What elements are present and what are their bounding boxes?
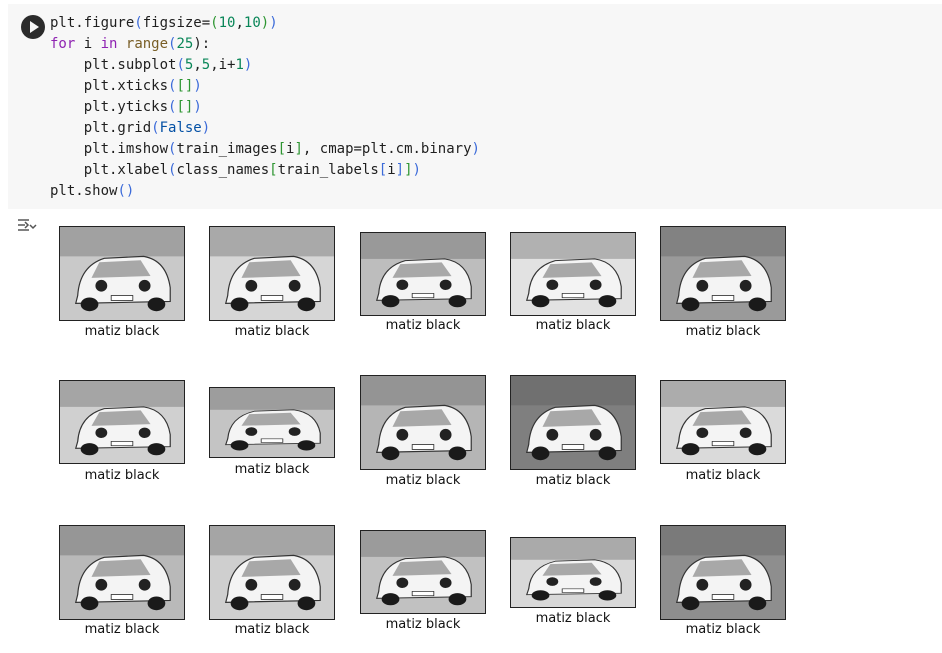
image-label: matiz black: [84, 622, 160, 637]
car-photo-icon: [661, 526, 785, 619]
car-photo-icon: [60, 526, 184, 619]
output-image: [59, 226, 185, 321]
output-image: [360, 530, 486, 614]
run-cell-button[interactable]: [21, 15, 45, 39]
image-label: matiz black: [234, 324, 310, 339]
code-cell[interactable]: plt.figure(figsize=(10,10)) for i in rang…: [8, 4, 942, 209]
output-toggle-icon: [18, 219, 37, 231]
image-label: matiz black: [385, 473, 461, 488]
car-photo-icon: [60, 381, 184, 463]
code-line: plt.show(): [50, 183, 135, 199]
code-line: plt.subplot(5,5,i+1): [50, 57, 253, 73]
image-label: matiz black: [685, 468, 761, 483]
car-photo-icon: [60, 227, 184, 320]
output-image: [660, 226, 786, 321]
image-label: matiz black: [685, 324, 761, 339]
car-photo-icon: [511, 538, 635, 607]
car-photo-icon: [210, 526, 334, 619]
image-label: matiz black: [535, 473, 611, 488]
output-image: [59, 525, 185, 620]
code-line: for i in range(25):: [50, 36, 211, 52]
code-line: plt.xticks([]): [50, 78, 202, 94]
image-label: matiz black: [84, 324, 160, 339]
output-image: [59, 380, 185, 464]
image-label: matiz black: [84, 468, 160, 483]
car-photo-icon: [511, 376, 635, 469]
output-image: [360, 232, 486, 316]
car-photo-icon: [210, 388, 334, 457]
car-photo-icon: [361, 531, 485, 613]
image-label: matiz black: [535, 318, 611, 333]
output-toggle-button[interactable]: [15, 216, 37, 236]
code-line: plt.yticks([]): [50, 99, 202, 115]
car-photo-icon: [361, 376, 485, 469]
car-photo-icon: [210, 227, 334, 320]
output-image: [209, 525, 335, 620]
image-label: matiz black: [535, 611, 611, 626]
output-image: [360, 375, 486, 470]
code-line: plt.xlabel(class_names[train_labels[i]]): [50, 162, 421, 178]
car-photo-icon: [661, 381, 785, 463]
code-line: plt.figure(figsize=(10,10)): [50, 15, 278, 31]
output-image: [510, 375, 636, 470]
output-image: [660, 380, 786, 464]
code-editor[interactable]: plt.figure(figsize=(10,10)) for i in rang…: [50, 13, 480, 202]
output-image: [510, 232, 636, 316]
output-image: [510, 537, 636, 608]
image-label: matiz black: [234, 622, 310, 637]
code-line: plt.grid(False): [50, 120, 211, 136]
car-photo-icon: [511, 233, 635, 315]
output-image: [209, 226, 335, 321]
car-photo-icon: [661, 227, 785, 320]
car-photo-icon: [361, 233, 485, 315]
output-image: [209, 387, 335, 458]
image-label: matiz black: [385, 318, 461, 333]
image-label: matiz black: [234, 462, 310, 477]
code-line: plt.imshow(train_images[i], cmap=plt.cm.…: [50, 141, 480, 157]
image-label: matiz black: [385, 617, 461, 632]
output-image: [660, 525, 786, 620]
image-label: matiz black: [685, 622, 761, 637]
